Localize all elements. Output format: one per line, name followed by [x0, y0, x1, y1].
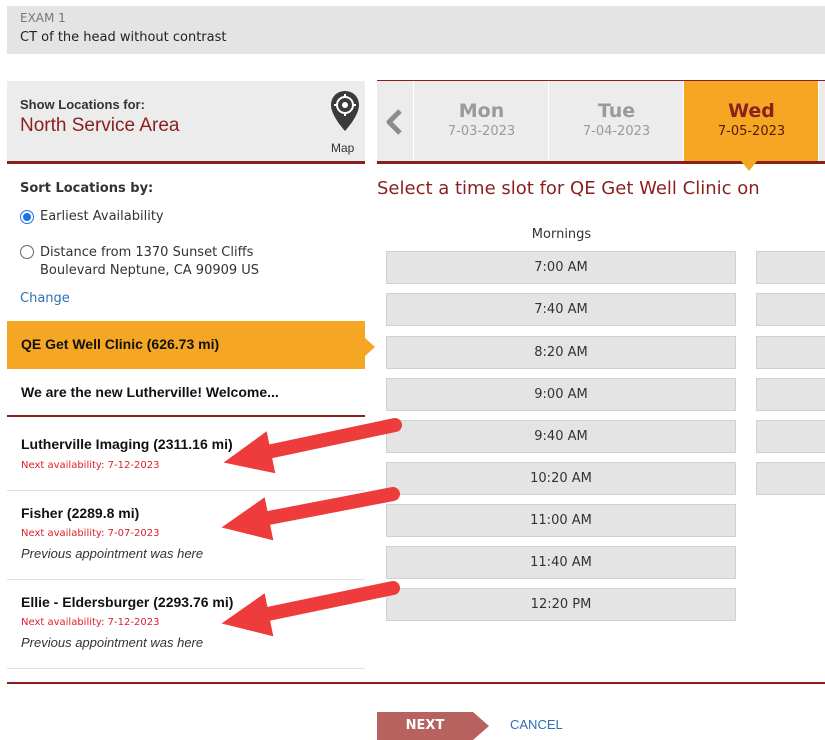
time-slot-title: Select a time slot for QE Get Well Clini…: [377, 178, 760, 199]
previous-appointment-note: Previous appointment was here: [21, 546, 204, 561]
time-slot-button[interactable]: 9:00 AM: [386, 378, 736, 411]
location-name: QE Get Well Clinic (626.73 mi): [21, 336, 220, 352]
exam-name: CT of the head without contrast: [20, 30, 227, 45]
time-slot-button[interactable]: 11:00 AM: [386, 504, 736, 537]
location-item[interactable]: Ellie - Eldersburger (2293.76 mi) Next a…: [7, 580, 365, 669]
next-availability: Next availability: 7-12-2023: [21, 617, 160, 628]
next-availability: Next availability: 7-12-2023: [21, 460, 160, 471]
time-slot-button[interactable]: 11:40 AM: [386, 546, 736, 579]
day-tab-next[interactable]: [818, 81, 825, 161]
sort-option-label: Earliest Availability: [40, 209, 164, 224]
day-strip-divider: [377, 161, 825, 164]
sort-option-distance[interactable]: Distance from 1370 Sunset Cliffs Bouleva…: [20, 244, 259, 280]
day-name: Mon: [458, 100, 505, 122]
time-slot-button-afternoon[interactable]: [756, 420, 825, 453]
previous-week-button[interactable]: [377, 81, 413, 161]
previous-appointment-note: Previous appointment was here: [21, 635, 204, 650]
location-panel-divider: [7, 161, 365, 164]
time-slot-button-afternoon[interactable]: [756, 462, 825, 495]
map-pin-icon: [331, 91, 359, 131]
service-area-value[interactable]: North Service Area: [20, 115, 179, 137]
map-button[interactable]: Map: [325, 89, 365, 157]
location-item[interactable]: We are the new Lutherville! Welcome...: [7, 369, 365, 415]
time-slot-button-afternoon[interactable]: [756, 293, 825, 326]
day-tab-wed[interactable]: Wed 7-05-2023: [683, 81, 819, 161]
next-availability: Next availability: 7-07-2023: [21, 528, 160, 539]
sort-option-line2: Boulevard Neptune, CA 90909 US: [40, 263, 260, 278]
time-slot-button[interactable]: 12:20 PM: [386, 588, 736, 621]
time-slot-button[interactable]: 10:20 AM: [386, 462, 736, 495]
time-slot-button[interactable]: 9:40 AM: [386, 420, 736, 453]
exam-header: EXAM 1 CT of the head without contrast: [7, 6, 825, 54]
day-name: Wed: [728, 100, 775, 122]
location-item-selected[interactable]: QE Get Well Clinic (626.73 mi): [7, 321, 365, 369]
sort-option-label: Distance from 1370 Sunset Cliffs Bouleva…: [40, 244, 259, 280]
footer-divider: [7, 682, 825, 684]
radio-button[interactable]: [20, 245, 34, 259]
day-date: 7-03-2023: [447, 124, 516, 139]
location-area-panel: Show Locations for: North Service Area M…: [7, 81, 365, 161]
day-date: 7-04-2023: [582, 124, 651, 139]
location-item[interactable]: Lutherville Imaging (2311.16 mi) Next av…: [7, 417, 365, 491]
chevron-left-icon: [386, 109, 402, 135]
location-name: Lutherville Imaging (2311.16 mi): [21, 436, 233, 452]
mornings-header: Mornings: [531, 227, 592, 242]
exam-label: EXAM 1: [20, 11, 66, 25]
selected-location-pointer: [365, 338, 375, 356]
time-slot-button-afternoon[interactable]: [756, 378, 825, 411]
selected-day-pointer: [741, 161, 757, 171]
next-button-label: NEXT: [405, 718, 445, 733]
location-name: We are the new Lutherville! Welcome...: [21, 384, 279, 400]
day-date: 7-05-2023: [717, 124, 786, 139]
sort-label: Sort Locations by:: [20, 181, 154, 196]
location-name: Ellie - Eldersburger (2293.76 mi): [21, 594, 234, 610]
day-tab-mon[interactable]: Mon 7-03-2023: [413, 81, 549, 161]
time-slot-button[interactable]: 7:00 AM: [386, 251, 736, 284]
cancel-link[interactable]: CANCEL: [510, 717, 563, 732]
sort-option-earliest[interactable]: Earliest Availability: [20, 209, 164, 224]
show-locations-label: Show Locations for:: [20, 97, 145, 112]
time-slot-button[interactable]: 8:20 AM: [386, 336, 736, 369]
sort-option-line1: Distance from 1370 Sunset Cliffs: [40, 245, 254, 260]
day-name: Tue: [597, 100, 636, 122]
radio-button[interactable]: [20, 210, 34, 224]
time-slot-button-afternoon[interactable]: [756, 251, 825, 284]
next-button[interactable]: NEXT: [377, 712, 489, 740]
map-label: Map: [331, 141, 355, 155]
time-slot-button[interactable]: 7:40 AM: [386, 293, 736, 326]
time-slot-button-afternoon[interactable]: [756, 336, 825, 369]
location-item[interactable]: Fisher (2289.8 mi) Next availability: 7-…: [7, 491, 365, 580]
change-address-link[interactable]: Change: [20, 291, 70, 306]
day-tab-tue[interactable]: Tue 7-04-2023: [548, 81, 684, 161]
location-name: Fisher (2289.8 mi): [21, 505, 140, 521]
